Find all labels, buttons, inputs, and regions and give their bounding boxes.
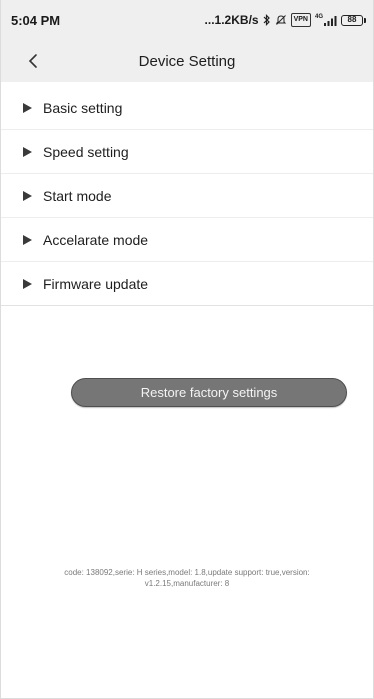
- network-speed: ...1.2KB/s: [204, 13, 259, 27]
- page-title: Device Setting: [138, 52, 236, 70]
- status-indicators: ...1.2KB/s VPN 4G 88: [204, 13, 366, 27]
- signal-label: 4G: [314, 14, 323, 20]
- menu-item-label: Firmware update: [43, 275, 149, 292]
- triangle-right-icon: [23, 102, 32, 113]
- app-header: Device Setting: [1, 40, 373, 82]
- menu-item-label: Basic setting: [43, 99, 123, 116]
- restore-factory-settings-button[interactable]: Restore factory settings: [71, 378, 347, 407]
- bluetooth-icon: [263, 14, 271, 26]
- device-info-line-1: code: 138092,serie: H series,model: 1.8,…: [64, 568, 310, 577]
- back-button[interactable]: [21, 48, 45, 74]
- mute-icon: [275, 14, 287, 26]
- device-info-text: code: 138092,serie: H series,model: 1.8,…: [19, 567, 355, 589]
- menu-item-firmware-update[interactable]: Firmware update: [1, 262, 373, 306]
- settings-menu: Basic setting Speed setting Start mode A…: [1, 86, 373, 306]
- menu-item-label: Speed setting: [43, 143, 129, 160]
- triangle-right-icon: [23, 278, 32, 289]
- status-time: 5:04 PM: [11, 12, 61, 28]
- menu-item-label: Start mode: [43, 187, 112, 204]
- menu-item-label: Accelarate mode: [43, 231, 149, 248]
- triangle-right-icon: [23, 146, 32, 157]
- device-setting-screen: 5:04 PM ...1.2KB/s VPN 4G 88 Device Sett…: [0, 0, 374, 699]
- menu-item-basic-setting[interactable]: Basic setting: [1, 86, 373, 130]
- triangle-right-icon: [23, 190, 32, 201]
- battery-icon: 88: [341, 14, 366, 26]
- menu-item-speed-setting[interactable]: Speed setting: [1, 130, 373, 174]
- menu-item-accelarate-mode[interactable]: Accelarate mode: [1, 218, 373, 262]
- status-bar: 5:04 PM ...1.2KB/s VPN 4G 88: [1, 0, 373, 40]
- menu-item-start-mode[interactable]: Start mode: [1, 174, 373, 218]
- chevron-left-icon: [28, 54, 37, 68]
- device-info-line-2: v1.2.15,manufacturer: 8: [144, 579, 230, 588]
- triangle-right-icon: [23, 234, 32, 245]
- vpn-icon: VPN: [290, 13, 311, 27]
- signal-icon: 4G: [315, 14, 337, 26]
